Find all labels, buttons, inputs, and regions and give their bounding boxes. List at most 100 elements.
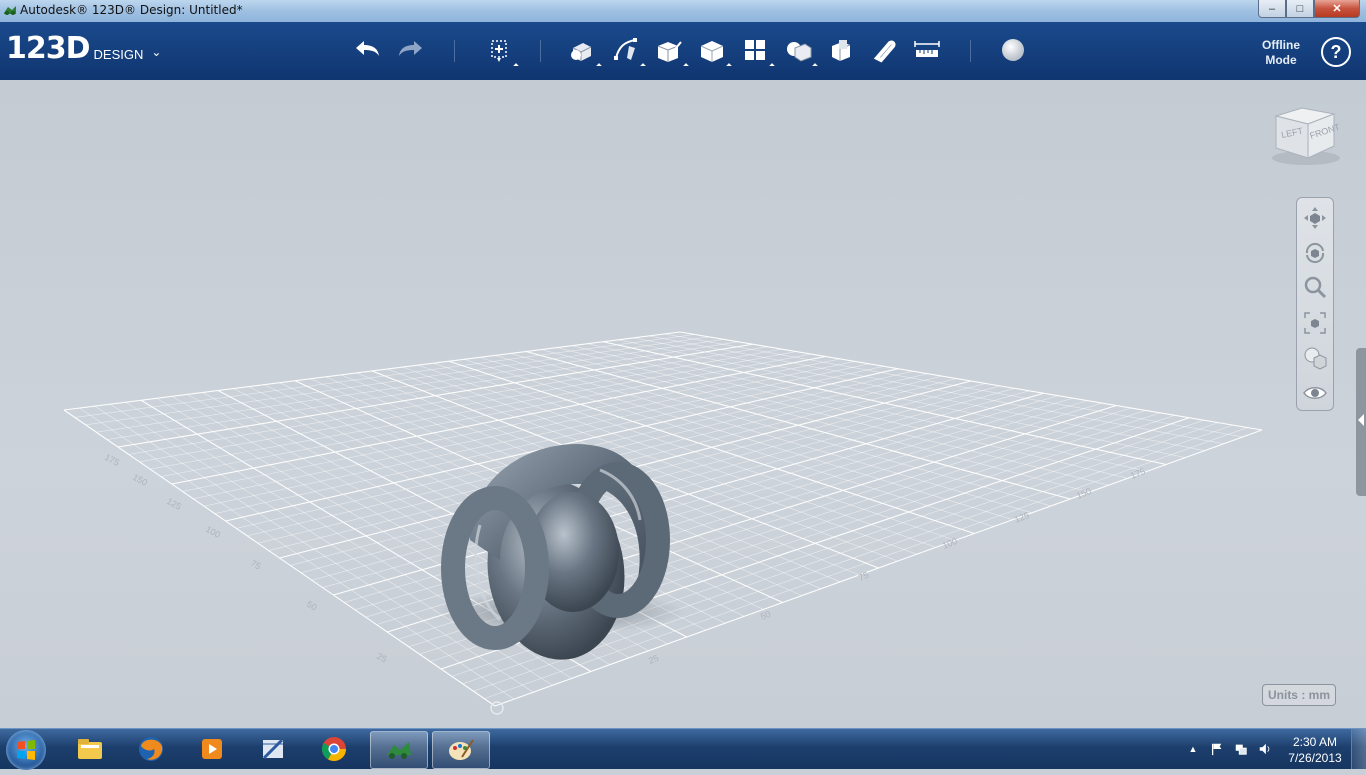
sketch-icon — [614, 38, 637, 60]
logo-main: 123D — [6, 31, 91, 66]
app-icon — [4, 6, 16, 15]
grid-label: 50 — [305, 599, 319, 613]
system-clock[interactable]: 2:30 AM 7/26/2013 — [1280, 734, 1350, 766]
material-button[interactable] — [996, 34, 1030, 66]
taskbar-firefox[interactable] — [123, 731, 179, 767]
clock-date: 7/26/2013 — [1288, 751, 1342, 765]
primitives-button[interactable] — [565, 34, 602, 69]
snap-button[interactable] — [867, 34, 901, 66]
window-title-bar[interactable]: Autodesk® 123D® Design: Untitled* – □ ✕ — [0, 0, 1366, 23]
help-button[interactable]: ? — [1321, 37, 1351, 67]
taskbar-paint[interactable] — [432, 731, 490, 769]
combine-button[interactable] — [824, 34, 858, 66]
redo-button[interactable] — [394, 34, 428, 66]
visibility-button[interactable] — [1301, 379, 1329, 407]
fit-icon — [1304, 312, 1326, 334]
volume-icon[interactable] — [1256, 741, 1274, 757]
toolbar-separator — [454, 40, 455, 62]
zoom-button[interactable] — [1301, 274, 1329, 302]
grid-label: 125 — [1013, 510, 1031, 525]
grid-label: 125 — [165, 496, 183, 512]
units-label[interactable]: Units : mm — [1262, 684, 1336, 706]
grid-label: 100 — [941, 536, 959, 551]
fit-button[interactable] — [1301, 309, 1329, 337]
measure-icon — [914, 41, 940, 57]
main-toolbar: 123D DESIGN ⌄ Offline Mode ? — [0, 22, 1366, 80]
pan-button[interactable] — [1301, 204, 1329, 232]
media-player-icon — [202, 739, 222, 759]
offline-mode-status[interactable]: Offline Mode — [1256, 38, 1306, 68]
sketch-button[interactable] — [609, 34, 646, 69]
grid-label: 25 — [375, 651, 389, 665]
construct-button[interactable] — [652, 34, 689, 69]
orbit-button[interactable] — [1301, 239, 1329, 267]
window-title: Autodesk® 123D® Design: Untitled* — [20, 3, 243, 17]
clock-time: 2:30 AM — [1292, 735, 1338, 749]
show-desktop-button[interactable] — [1351, 729, 1366, 769]
pan-icon — [1304, 207, 1326, 229]
side-panel-toggle[interactable] — [1356, 348, 1366, 496]
taskbar-explorer[interactable] — [62, 731, 118, 767]
visibility-icon — [1303, 387, 1327, 399]
snap-icon — [873, 40, 896, 63]
toolbar-separator — [970, 40, 971, 62]
maximize-button[interactable]: □ — [1286, 0, 1314, 18]
grid-label: 150 — [1075, 486, 1093, 501]
3d-model[interactable] — [435, 444, 685, 669]
grid-label: 75 — [249, 558, 263, 572]
start-button[interactable] — [6, 730, 46, 770]
undo-icon — [356, 41, 379, 56]
pattern-button[interactable] — [738, 34, 775, 69]
windows-taskbar: ▲ 2:30 AM 7/26/2013 — [0, 728, 1366, 770]
system-tray: ▲ — [1184, 729, 1280, 769]
transform-icon — [491, 40, 507, 62]
app-menu-button[interactable]: 123D DESIGN ⌄ — [6, 34, 161, 64]
modify-button[interactable] — [695, 34, 732, 69]
chevron-left-icon — [1358, 414, 1364, 426]
tray-expand-icon[interactable]: ▲ — [1184, 741, 1202, 757]
viewcube[interactable]: LEFT FRONT — [1268, 102, 1342, 168]
construct-icon — [657, 41, 682, 62]
modify-icon — [700, 41, 724, 62]
design-review-icon — [262, 738, 284, 760]
primitives-icon — [571, 43, 592, 61]
windows-explorer-icon — [78, 739, 102, 759]
taskbar-123d-design[interactable] — [370, 731, 428, 769]
view-style-button[interactable] — [1301, 344, 1329, 372]
view-style-icon — [1304, 347, 1327, 370]
grid-labels-left: 25 50 75 100 125 150 175 — [103, 452, 389, 665]
grid-label: 25 — [647, 653, 660, 666]
123d-design-icon — [387, 742, 411, 759]
orbit-icon — [1305, 242, 1325, 264]
firefox-icon — [139, 737, 163, 761]
material-icon — [1002, 39, 1024, 61]
measure-button[interactable] — [910, 34, 944, 66]
taskbar-chrome[interactable] — [306, 731, 362, 767]
grouping-button[interactable] — [781, 34, 818, 69]
minimize-button[interactable]: – — [1258, 0, 1286, 18]
chevron-down-icon: ⌄ — [151, 45, 162, 59]
undo-button[interactable] — [350, 34, 384, 66]
toolbar-separator — [540, 40, 541, 62]
logo-sub: DESIGN — [93, 47, 144, 62]
origin-marker — [490, 701, 504, 715]
grid-label: 100 — [204, 524, 222, 540]
grouping-icon — [787, 42, 812, 62]
redo-icon — [399, 41, 422, 56]
navigation-bar — [1296, 197, 1334, 411]
close-button[interactable]: ✕ — [1314, 0, 1360, 18]
combine-icon — [832, 40, 851, 61]
taskbar-media-player[interactable] — [184, 731, 240, 767]
grid-label: 175 — [103, 452, 121, 468]
transform-button[interactable] — [482, 34, 519, 69]
chrome-icon — [321, 737, 346, 762]
3d-viewport[interactable]: 25 50 75 100 125 150 175 25 50 75 100 12… — [0, 80, 1366, 728]
zoom-icon — [1304, 276, 1327, 299]
network-icon[interactable] — [1232, 741, 1250, 757]
action-center-flag-icon[interactable] — [1208, 741, 1226, 757]
paint-icon — [449, 739, 474, 760]
windows-logo-icon — [17, 740, 35, 760]
grid-label: 50 — [759, 609, 772, 622]
scene-canvas[interactable]: 25 50 75 100 125 150 175 25 50 75 100 12… — [0, 80, 1366, 728]
taskbar-design-review[interactable] — [245, 731, 301, 767]
